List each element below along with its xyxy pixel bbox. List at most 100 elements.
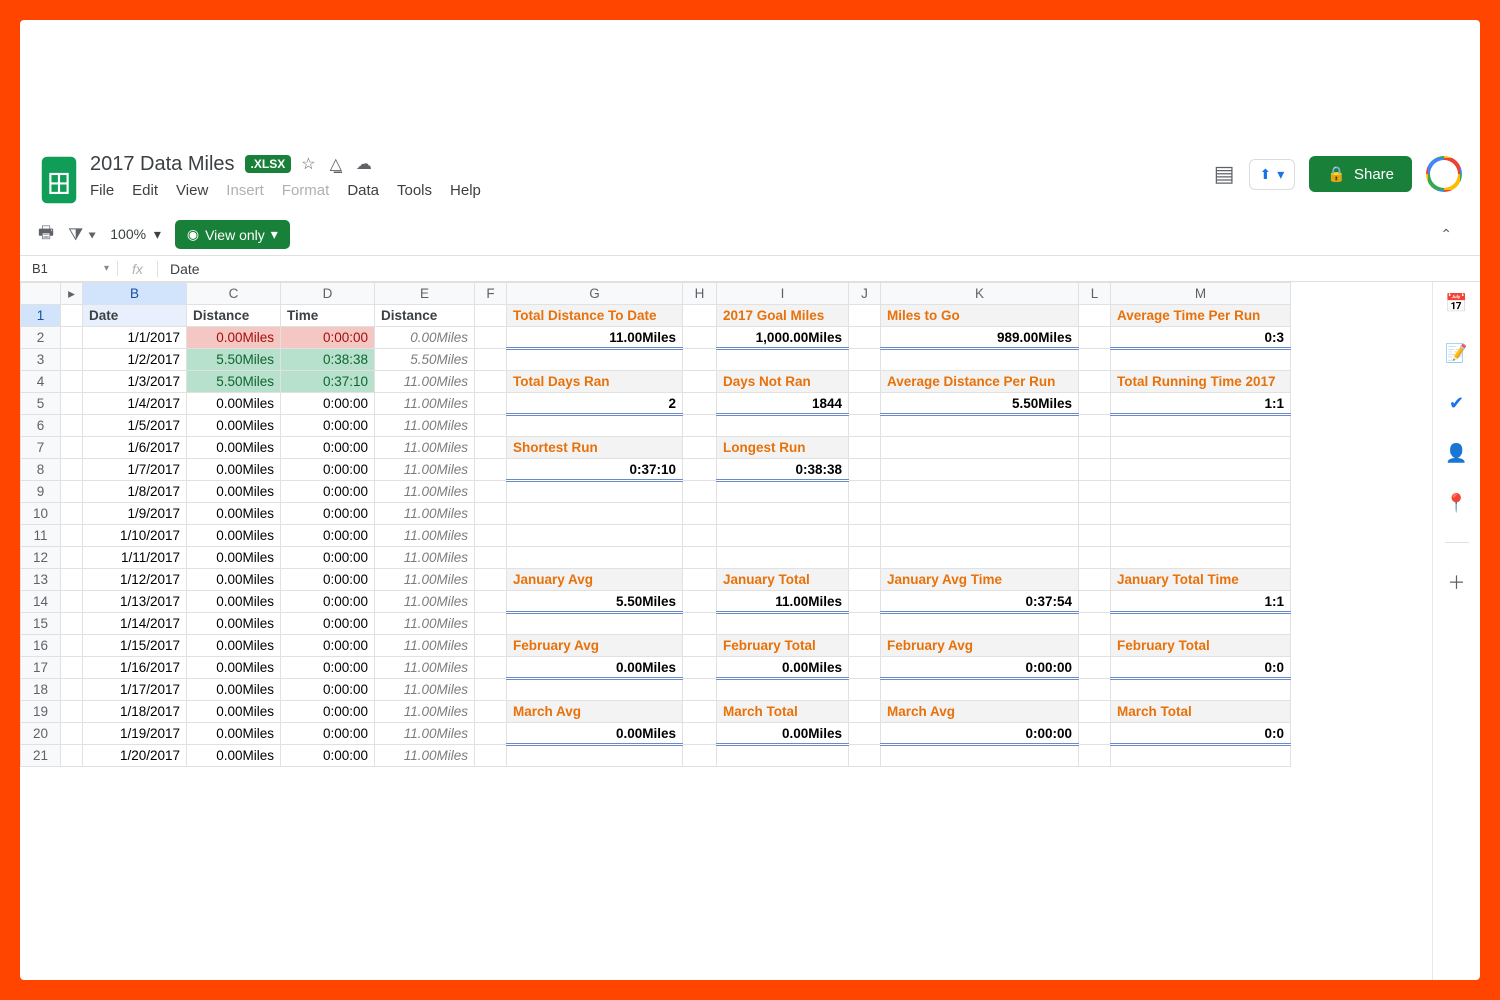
cell-D18[interactable]: 0:00:00 xyxy=(281,679,375,701)
cell-arrow-17[interactable] xyxy=(61,657,83,679)
cell-arrow-12[interactable] xyxy=(61,547,83,569)
cell-J6[interactable] xyxy=(849,415,881,437)
cell-B1[interactable]: Date xyxy=(83,305,187,327)
cell-J4[interactable] xyxy=(849,371,881,393)
cell-G17[interactable]: 0.00Miles xyxy=(507,657,683,679)
cell-H11[interactable] xyxy=(683,525,717,547)
cell-C5[interactable]: 0.00Miles xyxy=(187,393,281,415)
cell-L21[interactable] xyxy=(1079,745,1111,767)
cell-B7[interactable]: 1/6/2017 xyxy=(83,437,187,459)
cell-J17[interactable] xyxy=(849,657,881,679)
cell-G12[interactable] xyxy=(507,547,683,569)
cell-arrow-5[interactable] xyxy=(61,393,83,415)
cell-G6[interactable] xyxy=(507,415,683,437)
cell-D6[interactable]: 0:00:00 xyxy=(281,415,375,437)
cell-arrow-4[interactable] xyxy=(61,371,83,393)
cell-K13[interactable]: January Avg Time xyxy=(881,569,1079,591)
row-header-13[interactable]: 13 xyxy=(21,569,61,591)
cell-J16[interactable] xyxy=(849,635,881,657)
cell-J2[interactable] xyxy=(849,327,881,349)
cell-F14[interactable] xyxy=(475,591,507,613)
cell-arrow-8[interactable] xyxy=(61,459,83,481)
formula-input[interactable]: Date xyxy=(158,261,200,277)
cell-F3[interactable] xyxy=(475,349,507,371)
cell-L2[interactable] xyxy=(1079,327,1111,349)
cell-I14[interactable]: 11.00Miles xyxy=(717,591,849,613)
cell-H13[interactable] xyxy=(683,569,717,591)
cell-F18[interactable] xyxy=(475,679,507,701)
cell-F19[interactable] xyxy=(475,701,507,723)
cell-G21[interactable] xyxy=(507,745,683,767)
cell-I6[interactable] xyxy=(717,415,849,437)
cell-K2[interactable]: 989.00Miles xyxy=(881,327,1079,349)
cell-B3[interactable]: 1/2/2017 xyxy=(83,349,187,371)
cell-D13[interactable]: 0:00:00 xyxy=(281,569,375,591)
row-header-4[interactable]: 4 xyxy=(21,371,61,393)
cell-B4[interactable]: 1/3/2017 xyxy=(83,371,187,393)
share-button[interactable]: 🔒 Share xyxy=(1309,156,1412,192)
menu-edit[interactable]: Edit xyxy=(132,182,158,199)
col-header-L[interactable]: L xyxy=(1079,283,1111,305)
view-only-button[interactable]: ◉ View only ▾ xyxy=(175,220,290,249)
cell-M20[interactable]: 0:0 xyxy=(1111,723,1291,745)
cell-D7[interactable]: 0:00:00 xyxy=(281,437,375,459)
cell-E13[interactable]: 11.00Miles xyxy=(375,569,475,591)
cell-L4[interactable] xyxy=(1079,371,1111,393)
cell-I15[interactable] xyxy=(717,613,849,635)
cell-J12[interactable] xyxy=(849,547,881,569)
cell-arrow-16[interactable] xyxy=(61,635,83,657)
cell-H4[interactable] xyxy=(683,371,717,393)
cell-L5[interactable] xyxy=(1079,393,1111,415)
cell-F12[interactable] xyxy=(475,547,507,569)
cell-L8[interactable] xyxy=(1079,459,1111,481)
cell-I19[interactable]: March Total xyxy=(717,701,849,723)
col-header-C[interactable]: C xyxy=(187,283,281,305)
row-header-20[interactable]: 20 xyxy=(21,723,61,745)
cell-B15[interactable]: 1/14/2017 xyxy=(83,613,187,635)
cell-M18[interactable] xyxy=(1111,679,1291,701)
cell-B20[interactable]: 1/19/2017 xyxy=(83,723,187,745)
cell-M7[interactable] xyxy=(1111,437,1291,459)
cell-J8[interactable] xyxy=(849,459,881,481)
cell-F13[interactable] xyxy=(475,569,507,591)
cell-J13[interactable] xyxy=(849,569,881,591)
cell-K5[interactable]: 5.50Miles xyxy=(881,393,1079,415)
cell-E10[interactable]: 11.00Miles xyxy=(375,503,475,525)
cell-F8[interactable] xyxy=(475,459,507,481)
cell-B5[interactable]: 1/4/2017 xyxy=(83,393,187,415)
cell-L10[interactable] xyxy=(1079,503,1111,525)
cell-E2[interactable]: 0.00Miles xyxy=(375,327,475,349)
cell-L20[interactable] xyxy=(1079,723,1111,745)
row-header-11[interactable]: 11 xyxy=(21,525,61,547)
cell-H18[interactable] xyxy=(683,679,717,701)
cell-G13[interactable]: January Avg xyxy=(507,569,683,591)
doc-title[interactable]: 2017 Data Miles xyxy=(90,153,235,176)
cell-D8[interactable]: 0:00:00 xyxy=(281,459,375,481)
cell-D1[interactable]: Time xyxy=(281,305,375,327)
cell-I2[interactable]: 1,000.00Miles xyxy=(717,327,849,349)
cell-I20[interactable]: 0.00Miles xyxy=(717,723,849,745)
cell-arrow-10[interactable] xyxy=(61,503,83,525)
cell-J10[interactable] xyxy=(849,503,881,525)
menu-help[interactable]: Help xyxy=(450,182,481,199)
comments-icon[interactable]: ▤ xyxy=(1214,161,1235,187)
cell-D16[interactable]: 0:00:00 xyxy=(281,635,375,657)
cell-G1[interactable]: Total Distance To Date xyxy=(507,305,683,327)
cell-M2[interactable]: 0:3 xyxy=(1111,327,1291,349)
cell-E1[interactable]: Distance xyxy=(375,305,475,327)
cell-I9[interactable] xyxy=(717,481,849,503)
cell-E7[interactable]: 11.00Miles xyxy=(375,437,475,459)
row-header-2[interactable]: 2 xyxy=(21,327,61,349)
present-button[interactable]: ⬆ ▾ xyxy=(1249,159,1296,190)
cell-J7[interactable] xyxy=(849,437,881,459)
account-avatar[interactable] xyxy=(1426,156,1462,192)
row-header-3[interactable]: 3 xyxy=(21,349,61,371)
cell-J20[interactable] xyxy=(849,723,881,745)
cell-C21[interactable]: 0.00Miles xyxy=(187,745,281,767)
cell-D14[interactable]: 0:00:00 xyxy=(281,591,375,613)
cell-M15[interactable] xyxy=(1111,613,1291,635)
cell-H3[interactable] xyxy=(683,349,717,371)
cell-E5[interactable]: 11.00Miles xyxy=(375,393,475,415)
cell-K10[interactable] xyxy=(881,503,1079,525)
cell-L19[interactable] xyxy=(1079,701,1111,723)
